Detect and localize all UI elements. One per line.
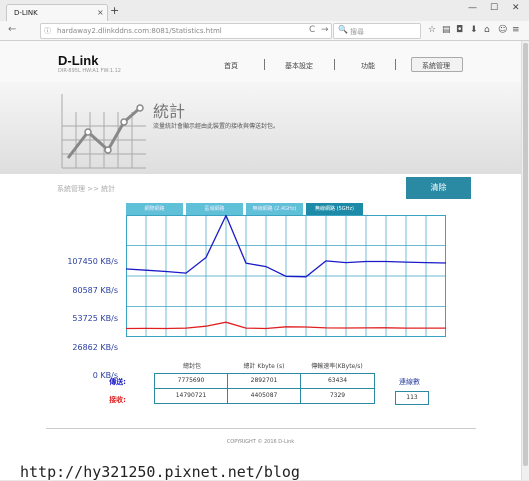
tab-title: D-LINK bbox=[14, 9, 38, 17]
y-tick-label: 53725 KB/s bbox=[72, 314, 118, 323]
received-rate: 7329 bbox=[300, 388, 375, 404]
model-info: DIR-895L HW:A1 FW:1.12 bbox=[58, 68, 121, 74]
emoji-icon[interactable]: ☺ bbox=[498, 25, 507, 36]
connections-count: 113 bbox=[395, 391, 429, 405]
router-page: D-Link DIR-895L HW:A1 FW:1.12 首頁 基本設定 功能… bbox=[0, 41, 521, 480]
page-banner: 統計 流量統計會顯示經由此裝置的接收與傳送封包。 bbox=[0, 82, 521, 174]
received-packets: 14790721 bbox=[154, 388, 228, 404]
reading-list-icon[interactable]: ▤ bbox=[442, 25, 451, 36]
info-icon[interactable]: ⓘ bbox=[44, 26, 51, 36]
sent-kbytes: 2892701 bbox=[227, 373, 301, 389]
y-tick-label: 107450 KB/s bbox=[67, 257, 118, 266]
breadcrumb-bar: 系統管理 >> 統計 清除 bbox=[0, 174, 521, 202]
new-tab-icon[interactable]: + bbox=[110, 5, 119, 16]
vertical-scrollbar[interactable] bbox=[521, 41, 529, 480]
minimize-icon[interactable]: — bbox=[468, 3, 477, 13]
statistics-content: 網際網路 區域網路 無線網路 (2.4GHz) 無線網路 (5GHz) 1074… bbox=[0, 202, 521, 480]
window-close-icon[interactable]: ✕ bbox=[512, 3, 520, 13]
page-title: 統計 bbox=[153, 102, 186, 121]
received-kbytes: 4405087 bbox=[227, 388, 301, 404]
reload-icon[interactable]: C bbox=[309, 25, 315, 35]
home-icon[interactable]: ⌂ bbox=[484, 25, 490, 36]
col-header-total-packets: 總封包 bbox=[182, 363, 201, 370]
window-titlebar: D-LINK × + — ☐ ✕ bbox=[0, 0, 529, 22]
pocket-icon[interactable]: ◘ bbox=[456, 25, 463, 36]
footer-divider bbox=[46, 428, 476, 429]
connections-label: 連線數 bbox=[399, 378, 420, 386]
y-tick-label: 80587 KB/s bbox=[72, 286, 118, 295]
row-label-received: 接收: bbox=[109, 396, 126, 404]
tab-lan[interactable]: 區域網路 bbox=[186, 203, 243, 215]
col-header-rate: 傳輸速率(KByte/s) bbox=[311, 363, 363, 370]
statistics-graph-icon bbox=[61, 94, 146, 169]
menu-basic-settings[interactable]: 基本設定 bbox=[285, 61, 313, 71]
watermark: http://hy321250.pixnet.net/blog bbox=[20, 463, 300, 481]
browser-tab[interactable]: D-LINK × bbox=[6, 4, 108, 22]
back-icon[interactable]: ← bbox=[8, 24, 16, 36]
menu-management[interactable]: 系統管理 bbox=[422, 61, 450, 71]
url-text[interactable]: hardaway2.dlinkddns.com:8081/Statistics.… bbox=[57, 27, 222, 35]
col-header-total-kbytes: 總計 Kbyte (s) bbox=[243, 363, 285, 370]
tab-wireless-5ghz[interactable]: 無線網路 (5GHz) bbox=[306, 203, 363, 215]
tab-wireless-24ghz[interactable]: 無線網路 (2.4GHz) bbox=[246, 203, 303, 215]
scrollbar-thumb[interactable] bbox=[523, 43, 528, 466]
maximize-icon[interactable]: ☐ bbox=[490, 3, 498, 13]
page-description: 流量統計會顯示經由此裝置的接收與傳送封包。 bbox=[153, 123, 280, 130]
tab-internet[interactable]: 網際網路 bbox=[126, 203, 183, 215]
sent-rate: 63434 bbox=[300, 373, 375, 389]
menu-icon[interactable]: ≡ bbox=[512, 25, 520, 36]
breadcrumb: 系統管理 >> 統計 bbox=[57, 185, 116, 193]
menu-features[interactable]: 功能 bbox=[361, 61, 375, 71]
dlink-logo: D-Link bbox=[58, 53, 99, 68]
search-icon: 🔍 bbox=[338, 25, 348, 34]
menu-separator bbox=[264, 59, 265, 70]
address-bar[interactable]: ⓘ hardaway2.dlinkddns.com:8081/Statistic… bbox=[40, 23, 332, 39]
row-label-sent: 傳送: bbox=[109, 378, 126, 386]
bookmark-star-icon[interactable]: ☆ bbox=[428, 25, 436, 36]
download-icon[interactable]: ⬇ bbox=[470, 25, 478, 36]
search-input[interactable]: 搜尋 bbox=[350, 27, 364, 37]
traffic-chart bbox=[126, 215, 446, 337]
menu-home[interactable]: 首頁 bbox=[224, 61, 238, 71]
browser-navbar: ← ⓘ hardaway2.dlinkddns.com:8081/Statist… bbox=[0, 21, 529, 41]
menu-separator bbox=[334, 59, 335, 70]
sent-packets: 7775690 bbox=[154, 373, 228, 389]
clear-button[interactable]: 清除 bbox=[406, 177, 471, 199]
tab-close-icon[interactable]: × bbox=[97, 8, 104, 17]
go-icon[interactable]: → bbox=[321, 25, 329, 35]
copyright: COPYRIGHT © 2016 D-Link bbox=[226, 439, 295, 445]
search-bar[interactable]: 🔍 搜尋 bbox=[333, 23, 421, 39]
router-header: D-Link DIR-895L HW:A1 FW:1.12 首頁 基本設定 功能… bbox=[0, 41, 521, 82]
menu-separator bbox=[395, 59, 396, 70]
y-tick-label: 26862 KB/s bbox=[72, 343, 118, 352]
